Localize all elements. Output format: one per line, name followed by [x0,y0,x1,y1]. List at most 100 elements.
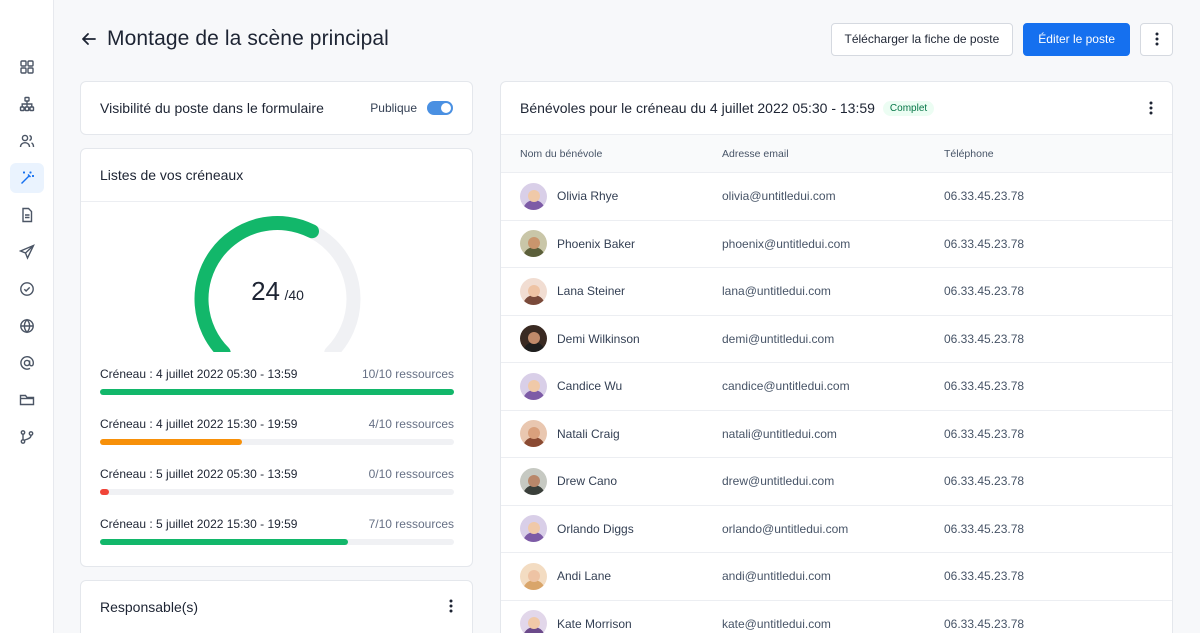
slot-progress-track [100,389,454,395]
avatar [520,325,547,353]
volunteers-title: Bénévoles pour le créneau du 4 juillet 2… [520,100,875,116]
page-header: Montage de la scène principal Télécharge… [80,22,1173,56]
table-row[interactable]: Drew Cano drew@untitledui.com 06.33.45.2… [501,458,1172,506]
slot-progress-fill [100,539,348,545]
volunteer-email: drew@untitledui.com [722,474,835,489]
slot-count: 7/10 ressources [368,517,454,531]
volunteers-header: Bénévoles pour le créneau du 4 juillet 2… [501,82,1172,135]
responsable-more-button[interactable] [449,599,453,613]
slot-count: 4/10 ressources [368,417,454,431]
volunteer-phone: 06.33.45.23.78 [944,379,1025,394]
volunteer-email: natali@untitledui.com [722,426,837,441]
more-vertical-icon [449,599,453,613]
users-icon [19,134,34,148]
responsable-title: Responsable(s) [100,599,199,615]
slot-count: 10/10 ressources [361,367,454,381]
volunteers-card: Bénévoles pour le créneau du 4 juillet 2… [500,81,1173,633]
table-header: Nom du bénévole Adresse email Téléphone [501,135,1172,173]
slot-item[interactable]: Créneau : 4 juillet 2022 15:30 - 19:59 4… [100,417,454,445]
table-row[interactable]: Natali Craig natali@untitledui.com 06.33… [501,411,1172,458]
check-circle-icon [19,282,34,296]
slot-label: Créneau : 5 juillet 2022 15:30 - 19:59 [100,517,298,531]
volunteer-name: Candice Wu [557,379,623,394]
column-header-phone[interactable]: Téléphone [944,148,1144,160]
arrow-left-icon[interactable] [80,30,98,48]
sidebar [0,0,54,633]
volunteer-phone: 06.33.45.23.78 [944,284,1025,299]
volunteer-email: andi@untitledui.com [722,569,831,584]
slots-header: Listes de vos créneaux [81,149,472,202]
avatar [520,230,547,258]
volunteer-email: lana@untitledui.com [722,284,831,299]
slot-item[interactable]: Créneau : 5 juillet 2022 15:30 - 19:59 7… [100,517,454,545]
table-row[interactable]: Olivia Rhye olivia@untitledui.com 06.33.… [501,173,1172,221]
volunteer-phone: 06.33.45.23.78 [944,616,1025,631]
table-row[interactable]: Orlando Diggs orlando@untitledui.com 06.… [501,506,1172,553]
volunteer-email: candice@untitledui.com [722,379,850,394]
volunteer-email: phoenix@untitledui.com [722,236,851,251]
volunteer-name: Olivia Rhye [557,189,619,204]
sidebar-item-send[interactable] [10,237,44,267]
avatar [520,182,547,210]
avatar [520,420,547,448]
slot-item[interactable]: Créneau : 4 juillet 2022 05:30 - 13:59 1… [100,367,454,395]
volunteer-phone: 06.33.45.23.78 [944,236,1025,251]
edit-job-button[interactable]: Éditer le poste [1023,22,1130,56]
volunteer-name: Demi Wilkinson [557,331,640,346]
slot-count: 0/10 ressources [368,467,454,481]
volunteer-phone: 06.33.45.23.78 [944,331,1025,346]
volunteer-email: demi@untitledui.com [722,331,835,346]
slot-label: Créneau : 4 juillet 2022 15:30 - 19:59 [100,417,298,431]
sidebar-item-users[interactable] [10,126,44,156]
table-row[interactable]: Lana Steiner lana@untitledui.com 06.33.4… [501,268,1172,316]
sidebar-item-web[interactable] [10,311,44,341]
volunteer-name: Phoenix Baker [557,236,636,251]
column-header-email[interactable]: Adresse email [722,148,944,160]
slot-progress-track [100,539,454,545]
table-row[interactable]: Phoenix Baker phoenix@untitledui.com 06.… [501,221,1172,268]
volunteers-more-button[interactable] [1149,101,1153,115]
sidebar-item-email[interactable] [10,348,44,378]
slot-item[interactable]: Créneau : 5 juillet 2022 05:30 - 13:59 0… [100,467,454,495]
sidebar-item-workflow[interactable] [10,422,44,452]
sidebar-item-tasks[interactable] [9,163,44,193]
volunteer-name: Orlando Diggs [557,521,634,536]
more-vertical-icon [1155,32,1158,46]
volunteer-phone: 06.33.45.23.78 [944,189,1025,204]
avatar [520,515,547,543]
table-row[interactable]: Candice Wu candice@untitledui.com 06.33.… [501,363,1172,411]
gauge-total-count: /40 [284,287,304,303]
table-row[interactable]: Andi Lane andi@untitledui.com 06.33.45.2… [501,553,1172,601]
visibility-toggle[interactable] [427,101,453,115]
sidebar-item-validation[interactable] [10,274,44,304]
more-vertical-icon [1149,101,1153,115]
status-badge: Complet [882,100,935,116]
table-row[interactable]: Kate Morrison kate@untitledui.com 06.33.… [501,601,1172,633]
more-actions-button[interactable] [1140,22,1173,56]
slot-label: Créneau : 5 juillet 2022 05:30 - 13:59 [100,467,298,481]
globe-icon [19,318,34,334]
sidebar-item-files[interactable] [10,385,44,415]
avatar [520,467,547,495]
avatar [520,372,547,400]
volunteer-phone: 06.33.45.23.78 [944,426,1025,441]
header-actions: Télécharger la fiche de poste Éditer le … [830,22,1173,56]
avatar [520,277,547,305]
slots-card: Listes de vos créneaux 24 /40 Créneau : … [80,148,473,567]
table-row[interactable]: Demi Wilkinson demi@untitledui.com 06.33… [501,316,1172,363]
avatar [520,610,547,633]
at-sign-icon [19,356,34,370]
visibility-title: Visibilité du poste dans le formulaire [100,100,324,116]
sidebar-item-dashboard[interactable] [10,52,44,82]
gauge-value: 24 /40 [81,276,474,307]
column-header-name[interactable]: Nom du bénévole [501,148,722,160]
volunteer-phone: 06.33.45.23.78 [944,521,1025,536]
download-job-sheet-button[interactable]: Télécharger la fiche de poste [830,22,1014,56]
volunteer-email: orlando@untitledui.com [722,521,849,536]
dashboard-icon [19,60,34,74]
sidebar-item-organization[interactable] [10,89,44,119]
responsable-card: Responsable(s) [80,580,473,633]
send-icon [18,244,35,260]
sidebar-item-documents[interactable] [10,200,44,230]
document-icon [21,207,32,223]
